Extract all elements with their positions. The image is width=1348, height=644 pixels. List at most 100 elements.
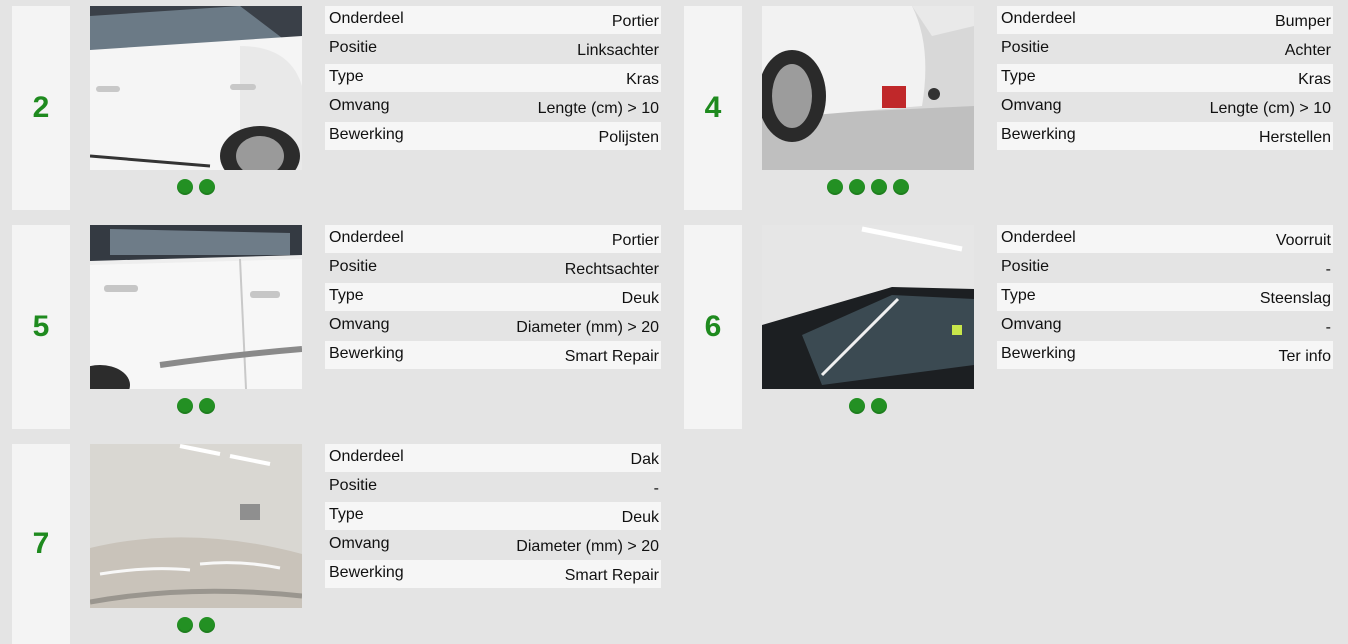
- detail-value: -: [1325, 261, 1331, 278]
- detail-label: Bewerking: [1001, 345, 1076, 362]
- photo-dot-3[interactable]: [871, 179, 887, 195]
- photo-dot-1[interactable]: [177, 179, 193, 195]
- damage-details: Onderdeel Bumper Positie Achter Type Kra…: [997, 6, 1333, 151]
- detail-label: Onderdeel: [329, 229, 404, 246]
- detail-label: Bewerking: [329, 564, 404, 581]
- detail-value: Herstellen: [1258, 129, 1331, 146]
- detail-label: Omvang: [329, 316, 390, 333]
- detail-row-type: Type Kras: [997, 64, 1333, 92]
- damage-card-6: 6 Onderdeel Voorruit Positie - Type Stee…: [684, 225, 1336, 429]
- damage-photo[interactable]: [90, 6, 302, 170]
- detail-value: Kras: [1298, 71, 1331, 88]
- damage-details: Onderdeel Dak Positie - Type Deuk Omvang…: [325, 444, 661, 589]
- windshield-photo-icon: [762, 225, 974, 389]
- photo-pagination-dots: [90, 617, 302, 635]
- damage-number-box: 7: [12, 444, 70, 644]
- damage-card-4: 4 Onderdeel Bumper Positie Achter Type K…: [684, 6, 1336, 210]
- damage-photo[interactable]: [90, 444, 302, 608]
- photo-dot-1[interactable]: [177, 617, 193, 633]
- detail-row-type: Type Kras: [325, 64, 661, 92]
- detail-value: Linksachter: [577, 42, 659, 59]
- detail-value: Deuk: [621, 509, 659, 526]
- detail-label: Type: [1001, 287, 1036, 304]
- detail-value: Dak: [630, 451, 659, 468]
- photo-dot-4[interactable]: [893, 179, 909, 195]
- detail-row-onderdeel: Onderdeel Portier: [325, 6, 661, 34]
- detail-value: Steenslag: [1259, 290, 1331, 307]
- detail-value: Ter info: [1278, 348, 1331, 365]
- damage-number: 5: [32, 310, 50, 343]
- detail-label: Positie: [329, 39, 378, 56]
- car-door-photo-icon: [90, 225, 302, 389]
- detail-row-bewerking: Bewerking Smart Repair: [325, 560, 661, 588]
- detail-row-positie: Positie -: [997, 254, 1333, 282]
- damage-number-box: 4: [684, 6, 742, 210]
- detail-label: Type: [329, 68, 364, 85]
- damage-details: Onderdeel Portier Positie Rechtsachter T…: [325, 225, 661, 370]
- detail-row-bewerking: Bewerking Ter info: [997, 341, 1333, 369]
- detail-row-onderdeel: Onderdeel Voorruit: [997, 225, 1333, 253]
- detail-value: Achter: [1284, 42, 1331, 59]
- detail-label: Onderdeel: [1001, 10, 1076, 27]
- detail-row-positie: Positie Rechtsachter: [325, 254, 661, 282]
- detail-label: Omvang: [329, 535, 390, 552]
- damage-card-2: 2 Onderdeel Portier Positie Linksachter: [12, 6, 664, 210]
- detail-label: Positie: [1001, 258, 1050, 275]
- detail-label: Onderdeel: [329, 10, 404, 27]
- detail-row-positie: Positie Achter: [997, 35, 1333, 63]
- detail-label: Positie: [1001, 39, 1050, 56]
- detail-value: Portier: [611, 232, 659, 249]
- photo-dot-1[interactable]: [177, 398, 193, 414]
- detail-row-bewerking: Bewerking Smart Repair: [325, 341, 661, 369]
- detail-label: Positie: [329, 258, 378, 275]
- photo-dot-2[interactable]: [199, 179, 215, 195]
- detail-row-positie: Positie -: [325, 473, 661, 501]
- photo-dot-1[interactable]: [827, 179, 843, 195]
- detail-value: Smart Repair: [564, 567, 659, 584]
- detail-row-positie: Positie Linksachter: [325, 35, 661, 63]
- detail-value: Smart Repair: [564, 348, 659, 365]
- damage-photo[interactable]: [762, 6, 974, 170]
- damage-details: Onderdeel Voorruit Positie - Type Steens…: [997, 225, 1333, 370]
- detail-label: Bewerking: [1001, 126, 1076, 143]
- damage-number-box: 5: [12, 225, 70, 429]
- damage-card-5: 5 Onderdeel Portier Positie Rechtsachter…: [12, 225, 664, 429]
- detail-row-bewerking: Bewerking Herstellen: [997, 122, 1333, 150]
- detail-row-omvang: Omvang Diameter (mm) > 20: [325, 531, 661, 559]
- damage-photo[interactable]: [762, 225, 974, 389]
- photo-dot-1[interactable]: [849, 398, 865, 414]
- detail-label: Bewerking: [329, 345, 404, 362]
- detail-row-omvang: Omvang Diameter (mm) > 20: [325, 312, 661, 340]
- photo-dot-2[interactable]: [199, 398, 215, 414]
- car-roof-photo-icon: [90, 444, 302, 608]
- detail-value: Bumper: [1274, 13, 1331, 30]
- damage-photo[interactable]: [90, 225, 302, 389]
- detail-row-omvang: Omvang Lengte (cm) > 10: [997, 93, 1333, 121]
- photo-dot-2[interactable]: [849, 179, 865, 195]
- detail-label: Omvang: [1001, 97, 1062, 114]
- photo-dot-2[interactable]: [871, 398, 887, 414]
- detail-row-omvang: Omvang -: [997, 312, 1333, 340]
- car-door-photo-icon: [90, 6, 302, 170]
- detail-value: Lengte (cm) > 10: [1209, 100, 1331, 117]
- detail-row-onderdeel: Onderdeel Bumper: [997, 6, 1333, 34]
- photo-dot-2[interactable]: [199, 617, 215, 633]
- photo-pagination-dots: [762, 398, 974, 416]
- detail-label: Omvang: [1001, 316, 1062, 333]
- detail-label: Onderdeel: [1001, 229, 1076, 246]
- detail-label: Type: [1001, 68, 1036, 85]
- damage-number-box: 2: [12, 6, 70, 210]
- car-bumper-photo-icon: [762, 6, 974, 170]
- detail-value: Deuk: [621, 290, 659, 307]
- detail-row-omvang: Omvang Lengte (cm) > 10: [325, 93, 661, 121]
- detail-value: -: [653, 480, 659, 497]
- detail-label: Type: [329, 506, 364, 523]
- detail-row-type: Type Steenslag: [997, 283, 1333, 311]
- damage-card-7: 7 Onderdeel Dak Positie - Type Deuk Omva…: [12, 444, 664, 644]
- damage-details: Onderdeel Portier Positie Linksachter Ty…: [325, 6, 661, 151]
- detail-label: Omvang: [329, 97, 390, 114]
- damage-number: 6: [704, 310, 722, 343]
- damage-number: 2: [32, 91, 50, 124]
- detail-row-type: Type Deuk: [325, 283, 661, 311]
- detail-value: -: [1325, 319, 1331, 336]
